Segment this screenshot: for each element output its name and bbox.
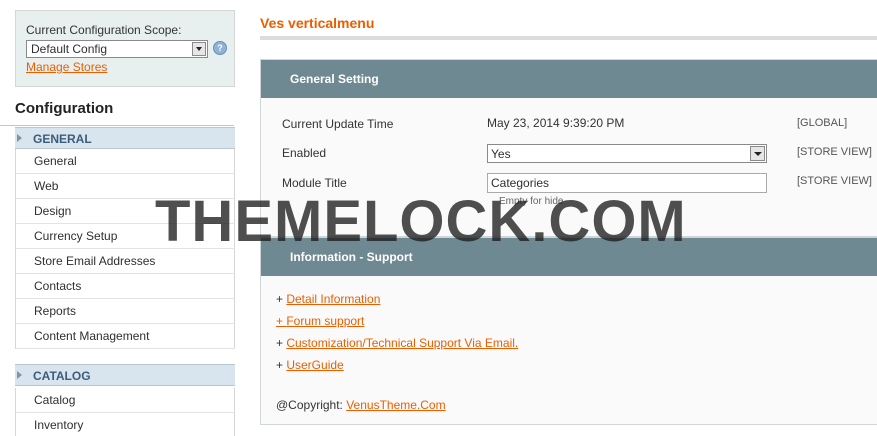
support-line-detail: + Detail Information (276, 292, 380, 306)
nav-section-general[interactable]: GENERAL (15, 127, 235, 149)
title-divider (260, 36, 877, 40)
support-line-userguide: + UserGuide (276, 358, 344, 372)
chevron-down-icon[interactable] (192, 42, 206, 56)
link-prefix: + (276, 314, 287, 328)
scope-select[interactable]: Default Config (26, 40, 208, 58)
enabled-select[interactable]: Yes (487, 144, 767, 163)
configuration-title: Configuration (0, 88, 234, 126)
module-title-scope: [STORE VIEW] (797, 175, 872, 187)
scope-label: Current Configuration Scope: (26, 23, 182, 37)
watermark-text: THEMELOCK.COM (155, 189, 687, 254)
update-time-scope: [GLOBAL] (797, 117, 848, 129)
enabled-select-value: Yes (491, 147, 511, 161)
enabled-label: Enabled (282, 146, 327, 160)
copyright-label: @Copyright: (276, 398, 347, 412)
help-icon[interactable]: ? (213, 41, 227, 55)
detail-information-link[interactable]: Detail Information (286, 292, 380, 306)
nav-item-reports[interactable]: Reports (15, 299, 235, 324)
copyright-line: @Copyright: VenusTheme.Com (276, 398, 446, 412)
scope-switcher: Current Configuration Scope: Default Con… (15, 10, 235, 87)
nav-item-content-management[interactable]: Content Management (15, 324, 235, 349)
nav-item-contacts[interactable]: Contacts (15, 274, 235, 299)
page-title: Ves verticalmenu (260, 15, 375, 31)
nav-section-catalog[interactable]: CATALOG (15, 364, 235, 386)
nav-item-inventory[interactable]: Inventory (15, 413, 235, 436)
chevron-down-icon[interactable] (750, 146, 765, 161)
forum-support-link[interactable]: + Forum support (276, 314, 364, 328)
support-line-forum: + Forum support (276, 314, 364, 328)
userguide-link[interactable]: UserGuide (286, 358, 343, 372)
technical-support-email-link[interactable]: Customization/Technical Support Via Emai… (286, 336, 518, 350)
scope-select-value: Default Config (31, 42, 108, 56)
link-prefix: + (276, 358, 287, 372)
information-support-panel: Information - Support + Detail Informati… (260, 237, 877, 425)
link-prefix: + (276, 292, 287, 306)
venustheme-link[interactable]: VenusTheme.Com (346, 398, 445, 412)
forum-support-label: Forum support (286, 314, 365, 328)
update-time-value: May 23, 2014 9:39:20 PM (487, 116, 625, 130)
nav-item-catalog[interactable]: Catalog (15, 388, 235, 413)
nav-item-general[interactable]: General (15, 149, 235, 174)
support-line-email: + Customization/Technical Support Via Em… (276, 336, 518, 350)
general-setting-header[interactable]: General Setting (261, 60, 877, 98)
manage-stores-link[interactable]: Manage Stores (26, 60, 107, 74)
link-prefix: + (276, 336, 287, 350)
update-time-label: Current Update Time (282, 117, 394, 131)
enabled-scope: [STORE VIEW] (797, 146, 872, 158)
